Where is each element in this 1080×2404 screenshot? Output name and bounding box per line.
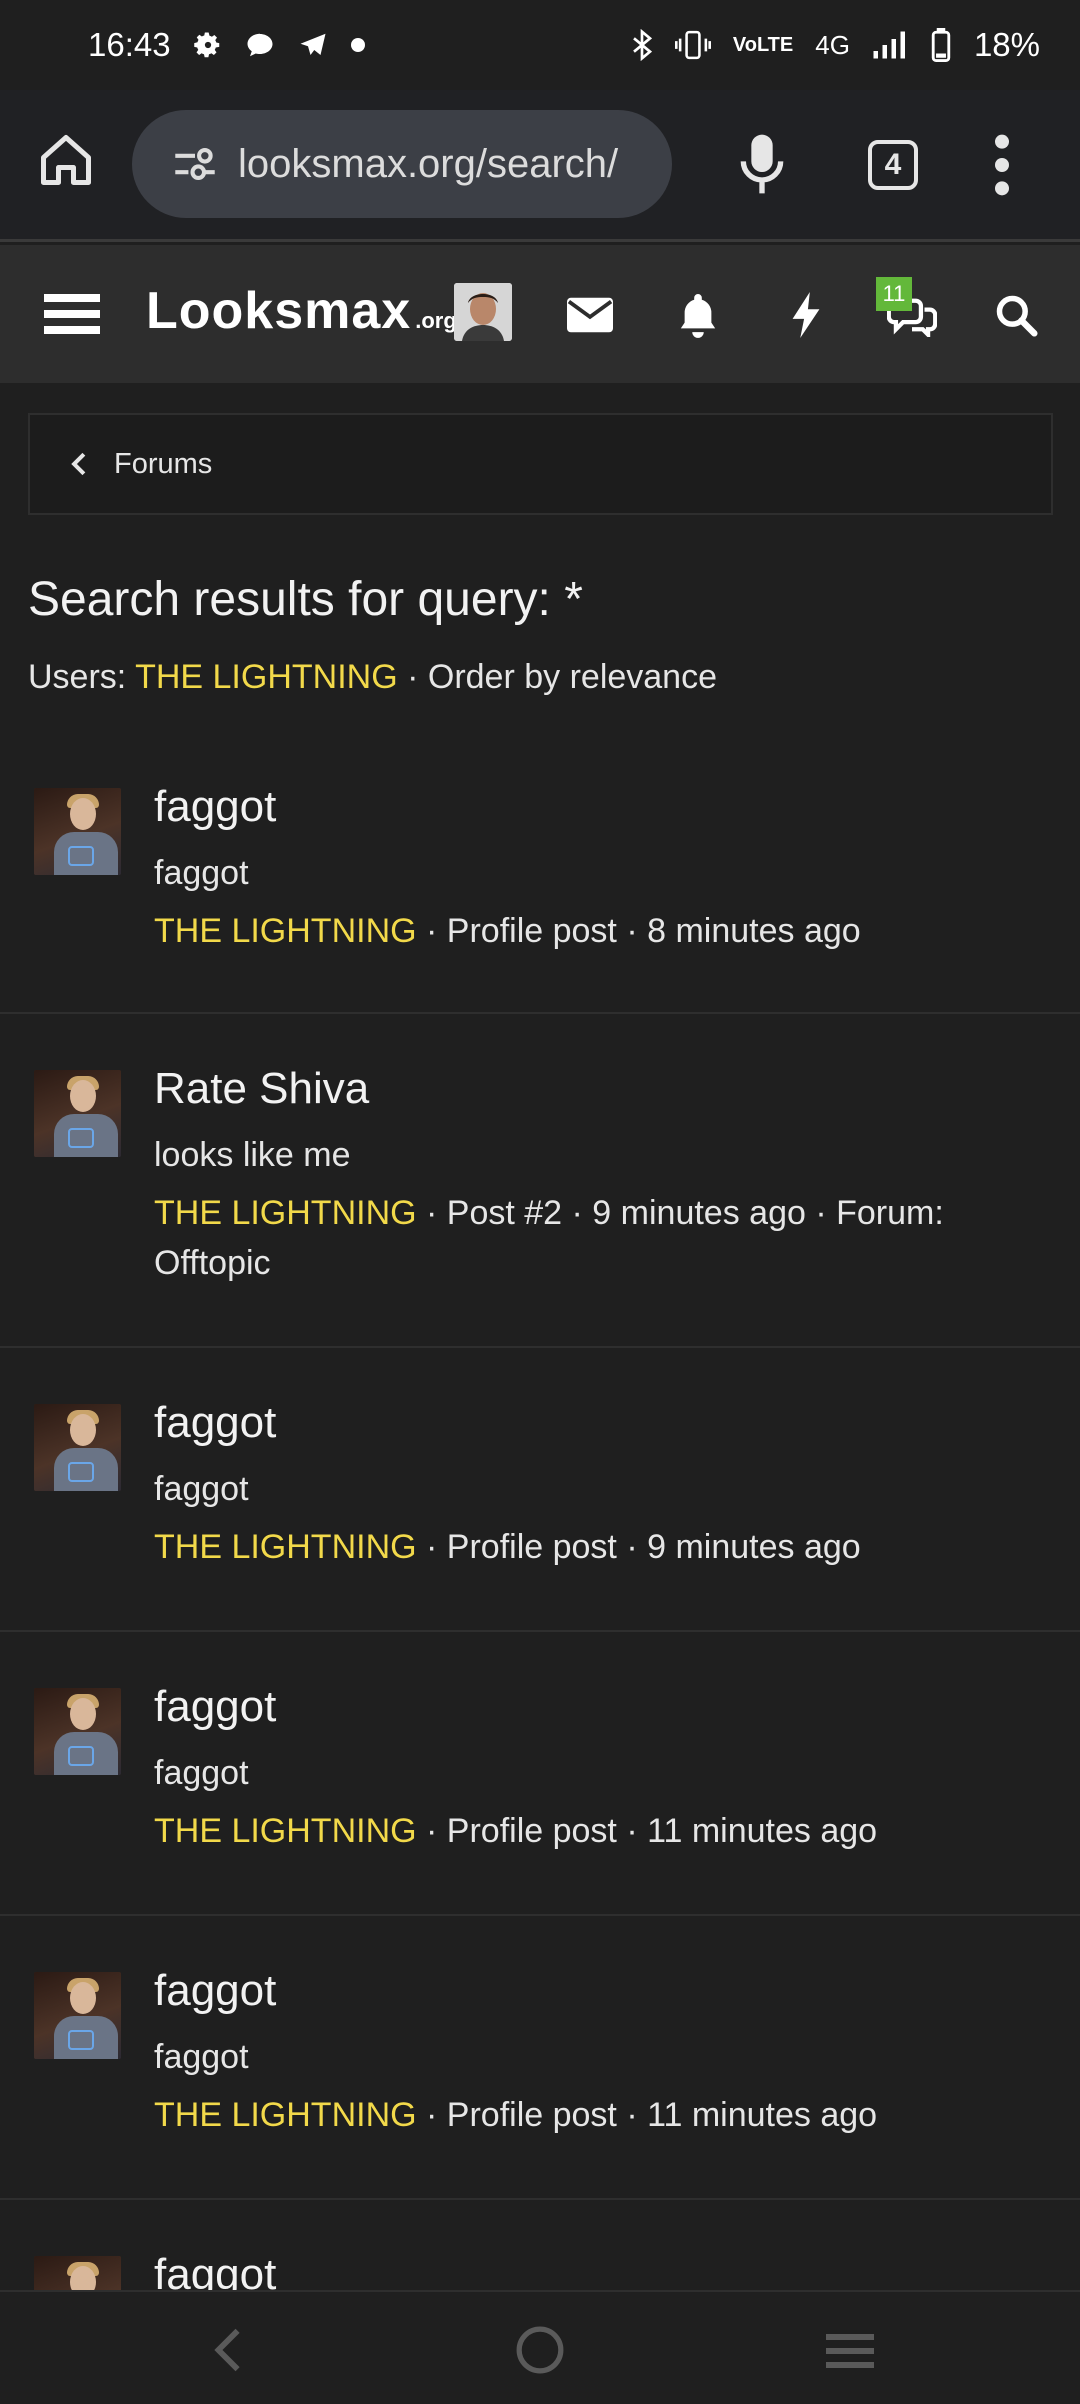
result-meta-text: · Profile post · 9 minutes ago bbox=[416, 1528, 861, 1566]
search-filters: Users: THE LIGHTNING · Order by relevanc… bbox=[28, 658, 717, 697]
result-avatar[interactable] bbox=[34, 1688, 121, 1775]
result-item[interactable]: faggot faggot THE LIGHTNING · Profile po… bbox=[0, 730, 1080, 1014]
chevron-left-icon bbox=[70, 451, 88, 477]
result-item[interactable]: faggot faggot THE LIGHTNING · Profile po… bbox=[0, 1916, 1080, 2200]
result-avatar[interactable] bbox=[34, 1972, 121, 2059]
result-meta: THE LIGHTNING · Profile post · 9 minutes… bbox=[154, 1522, 1034, 1572]
account-avatar[interactable] bbox=[454, 283, 512, 341]
filter-user-link[interactable]: THE LIGHTNING bbox=[135, 658, 398, 696]
bell-icon[interactable] bbox=[670, 287, 726, 343]
home-icon[interactable] bbox=[36, 130, 96, 190]
site-logo[interactable]: Looksmax .org bbox=[146, 281, 457, 351]
result-item[interactable]: Rate Shiva looks like me THE LIGHTNING ·… bbox=[0, 1014, 1080, 1348]
order-label: · Order by relevance bbox=[397, 658, 718, 696]
tab-count: 4 bbox=[884, 148, 902, 181]
search-icon[interactable] bbox=[988, 287, 1044, 343]
result-meta-text: · Profile post · 8 minutes ago bbox=[416, 912, 861, 950]
result-snippet: faggot bbox=[154, 1754, 249, 1792]
system-nav-bar bbox=[0, 2290, 1080, 2404]
signal-icon bbox=[872, 30, 908, 60]
site-header: Looksmax .org 11 bbox=[0, 245, 1080, 383]
chat-bubble-icon bbox=[245, 30, 275, 60]
result-item[interactable]: faggot faggot THE LIGHTNING · Profile po… bbox=[0, 1348, 1080, 1632]
status-time: 16:43 bbox=[88, 26, 171, 63]
url-text[interactable]: looksmax.org/search/ bbox=[238, 142, 618, 187]
telegram-icon bbox=[297, 30, 329, 60]
bluetooth-icon bbox=[631, 29, 653, 61]
result-meta: THE LIGHTNING · Profile post · 8 minutes… bbox=[154, 906, 1034, 956]
battery-icon bbox=[930, 28, 952, 62]
page: 16:43 VoLTE 4G 18% looksmax.org/search/ … bbox=[0, 0, 1080, 2404]
envelope-icon[interactable] bbox=[562, 287, 618, 343]
result-item[interactable]: faggot faggot THE LIGHTNING · Profile po… bbox=[0, 1632, 1080, 1916]
network-type: 4G bbox=[815, 29, 850, 60]
result-title[interactable]: faggot bbox=[154, 1682, 276, 1732]
result-avatar[interactable] bbox=[34, 1404, 121, 1491]
result-title[interactable]: faggot bbox=[154, 1966, 276, 2016]
status-bar-left: 16:43 bbox=[88, 26, 365, 64]
result-author[interactable]: THE LIGHTNING bbox=[154, 912, 417, 950]
dot-icon bbox=[350, 38, 365, 52]
logo-main: Looksmax bbox=[146, 282, 412, 340]
page-title: Search results for query: * bbox=[28, 573, 583, 626]
recents-icon[interactable] bbox=[820, 2320, 880, 2380]
more-vert-icon[interactable] bbox=[990, 130, 1014, 200]
result-author[interactable]: THE LIGHTNING bbox=[154, 2096, 417, 2134]
result-title[interactable]: faggot bbox=[154, 782, 276, 832]
tabs-button[interactable]: 4 bbox=[868, 140, 918, 190]
mic-icon[interactable] bbox=[734, 132, 790, 196]
battery-percent: 18% bbox=[973, 26, 1040, 63]
gear-icon bbox=[193, 30, 223, 60]
logo-sub: .org bbox=[415, 308, 457, 333]
result-avatar[interactable] bbox=[34, 1070, 121, 1157]
result-meta: THE LIGHTNING · Post #2 · 9 minutes ago … bbox=[154, 1188, 1034, 1288]
address-bar[interactable]: looksmax.org/search/ bbox=[132, 110, 672, 218]
lightning-icon[interactable] bbox=[778, 287, 834, 343]
results-list: faggot faggot THE LIGHTNING · Profile po… bbox=[0, 730, 1080, 2400]
back-icon[interactable] bbox=[198, 2320, 258, 2380]
result-snippet: faggot bbox=[154, 1470, 249, 1508]
hamburger-icon[interactable] bbox=[44, 289, 100, 339]
result-meta: THE LIGHTNING · Profile post · 11 minute… bbox=[154, 2090, 1034, 2140]
result-avatar[interactable] bbox=[34, 788, 121, 875]
breadcrumb[interactable]: Forums bbox=[28, 413, 1053, 515]
status-bar-right: VoLTE 4G 18% bbox=[631, 26, 1040, 64]
browser-toolbar: looksmax.org/search/ 4 bbox=[0, 90, 1080, 242]
users-prefix: Users: bbox=[28, 658, 136, 696]
result-meta-text: · Profile post · 11 minutes ago bbox=[416, 1812, 878, 1850]
breadcrumb-label[interactable]: Forums bbox=[114, 448, 212, 481]
result-snippet: looks like me bbox=[154, 1136, 351, 1174]
status-bar: 16:43 VoLTE 4G 18% bbox=[0, 0, 1080, 90]
result-meta: THE LIGHTNING · Profile post · 11 minute… bbox=[154, 1806, 1034, 1856]
vibrate-icon bbox=[674, 29, 711, 61]
result-snippet: faggot bbox=[154, 2038, 249, 2076]
result-title[interactable]: faggot bbox=[154, 1398, 276, 1448]
result-author[interactable]: THE LIGHTNING bbox=[154, 1194, 417, 1232]
result-title[interactable]: Rate Shiva bbox=[154, 1064, 369, 1114]
result-author[interactable]: THE LIGHTNING bbox=[154, 1528, 417, 1566]
result-author[interactable]: THE LIGHTNING bbox=[154, 1812, 417, 1850]
result-meta-text: · Profile post · 11 minutes ago bbox=[416, 2096, 878, 2134]
site-settings-icon[interactable] bbox=[172, 144, 218, 184]
result-snippet: faggot bbox=[154, 854, 249, 892]
home-circle-icon[interactable] bbox=[510, 2320, 570, 2380]
chat-badge: 11 bbox=[876, 277, 912, 311]
volte-label: VoLTE bbox=[732, 34, 794, 56]
